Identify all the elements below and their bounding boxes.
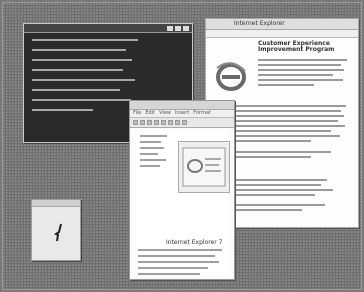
paste-icon[interactable]: [175, 120, 180, 125]
terminal-line: [32, 49, 127, 51]
ie-titlebar[interactable]: Internet Explorer: [206, 19, 358, 30]
ie-window-title: Internet Explorer: [234, 20, 285, 27]
doc-caption: Internet Explorer 7: [166, 239, 223, 246]
small-window-titlebar[interactable]: [32, 200, 80, 207]
save-icon[interactable]: [147, 120, 152, 125]
menu-view[interactable]: View: [159, 110, 171, 117]
doc-body-text: [138, 249, 226, 279]
doc-menubar: File Edit View Insert Format: [130, 110, 234, 118]
desktop: Internet Explorer Customer Experience Im…: [2, 2, 362, 290]
terminal-titlebar[interactable]: [24, 24, 192, 33]
terminal-line: [32, 69, 124, 71]
close-icon[interactable]: [183, 25, 189, 31]
ie-options-text: [228, 179, 352, 214]
cut-icon[interactable]: [161, 120, 166, 125]
menu-edit[interactable]: Edit: [145, 110, 155, 117]
small-app-window[interactable]: [31, 199, 81, 261]
terminal-line: [32, 109, 93, 111]
minimize-icon[interactable]: [167, 25, 173, 31]
doc-titlebar[interactable]: [130, 101, 234, 110]
ie-intro-text: [258, 59, 352, 89]
document-window[interactable]: File Edit View Insert Format Internet Ex…: [129, 100, 235, 280]
terminal-line: [32, 79, 136, 81]
embedded-screenshot-image: [178, 141, 230, 193]
open-icon[interactable]: [140, 120, 145, 125]
menu-insert[interactable]: Insert: [175, 110, 189, 117]
print-icon[interactable]: [154, 120, 159, 125]
internet-explorer-logo-icon: [216, 62, 246, 91]
new-icon[interactable]: [133, 120, 138, 125]
pen-icon: [54, 223, 62, 242]
ie-heading: Customer Experience Improvement Program: [258, 40, 335, 53]
maximize-icon[interactable]: [175, 25, 181, 31]
undo-icon[interactable]: [182, 120, 187, 125]
menu-file[interactable]: File: [133, 110, 141, 117]
terminal-line: [32, 59, 133, 61]
copy-icon[interactable]: [168, 120, 173, 125]
menu-format[interactable]: Format: [193, 110, 211, 117]
terminal-line: [32, 89, 121, 91]
terminal-line: [32, 39, 139, 41]
doc-left-column: [140, 135, 170, 171]
ie-toolbar[interactable]: [206, 30, 358, 38]
doc-toolbar: [130, 118, 234, 128]
terminal-line: [32, 99, 131, 101]
